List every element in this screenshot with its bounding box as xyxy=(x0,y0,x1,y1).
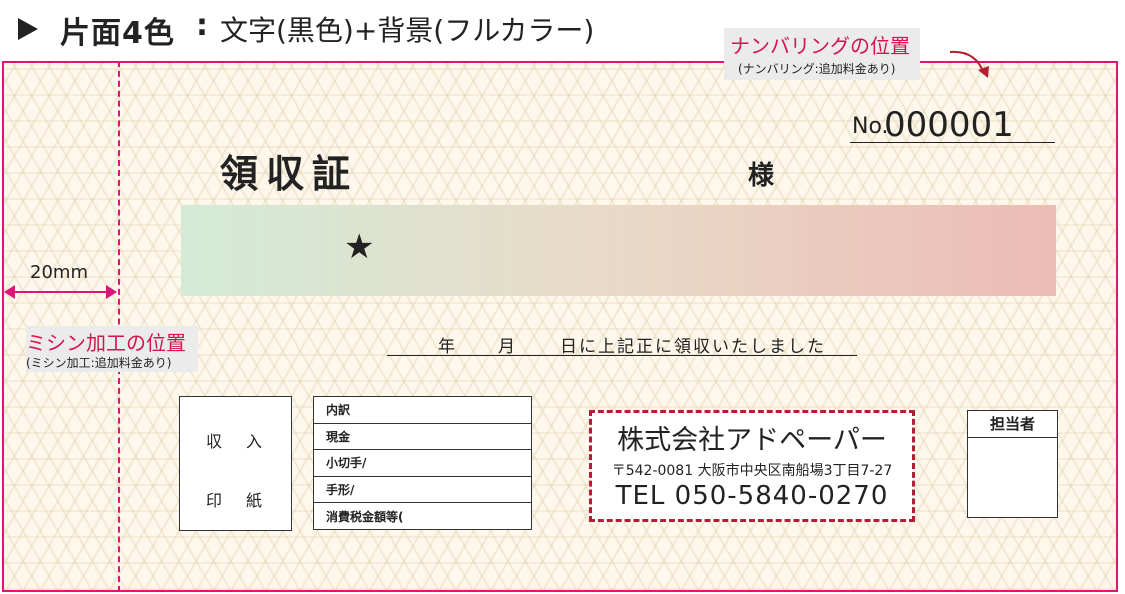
honorific-sama: 様 xyxy=(748,161,775,191)
company-address: 〒542-0081 大阪市中央区南船場3丁目7-27 xyxy=(611,463,893,479)
breakdown-row: 手形/ xyxy=(314,477,531,504)
page-title: 片面4色 xyxy=(60,16,175,51)
play-triangle-icon xyxy=(18,18,38,40)
breakdown-table: 内訳 現金 小切手/ 手形/ 消費税金額等( xyxy=(313,396,532,530)
stamp-char: 印 xyxy=(206,491,223,510)
date-underline xyxy=(387,355,857,356)
breakdown-row: 内訳 xyxy=(314,397,531,424)
title-colon: : xyxy=(196,8,208,43)
arrow-right-icon xyxy=(106,285,117,299)
company-name: 株式会社アドペーパー xyxy=(617,425,887,456)
numbering-callout-note: (ナンバリング:追加料金あり) xyxy=(738,62,896,76)
revenue-stamp-box xyxy=(179,396,292,531)
perforation-callout-title: ミシン加工の位置 xyxy=(26,331,186,355)
company-tel: TEL 050-5840-0270 xyxy=(615,481,889,511)
stamp-char: 収 xyxy=(206,432,223,451)
receipt-title: 領収証 xyxy=(220,152,359,196)
date-receipt-text: 日に上記正に領収いたしました xyxy=(560,337,826,357)
breakdown-row: 現金 xyxy=(314,424,531,451)
stamp-char: 紙 xyxy=(246,491,263,510)
dimension-label: 20mm xyxy=(30,262,88,283)
breakdown-row: 小切手/ xyxy=(314,450,531,477)
arrow-left-icon xyxy=(4,285,15,299)
person-in-charge-label: 担当者 xyxy=(967,410,1058,438)
breakdown-row: 消費税金額等( xyxy=(326,509,404,524)
date-month-label: 月 xyxy=(498,337,515,357)
perforation-callout-note: (ミシン加工:追加料金あり) xyxy=(26,356,172,370)
dimension-line xyxy=(6,291,114,293)
number-underline xyxy=(850,142,1055,143)
star-icon: ★ xyxy=(344,227,375,267)
numbering-callout-title: ナンバリングの位置 xyxy=(730,34,910,58)
curved-arrow-icon xyxy=(949,50,989,78)
date-year-label: 年 xyxy=(438,337,455,357)
amount-band xyxy=(181,205,1056,296)
page-subtitle: 文字(黒色)+背景(フルカラー) xyxy=(220,14,595,47)
stamp-char: 入 xyxy=(246,432,263,451)
serial-number: 000001 xyxy=(884,105,1014,145)
